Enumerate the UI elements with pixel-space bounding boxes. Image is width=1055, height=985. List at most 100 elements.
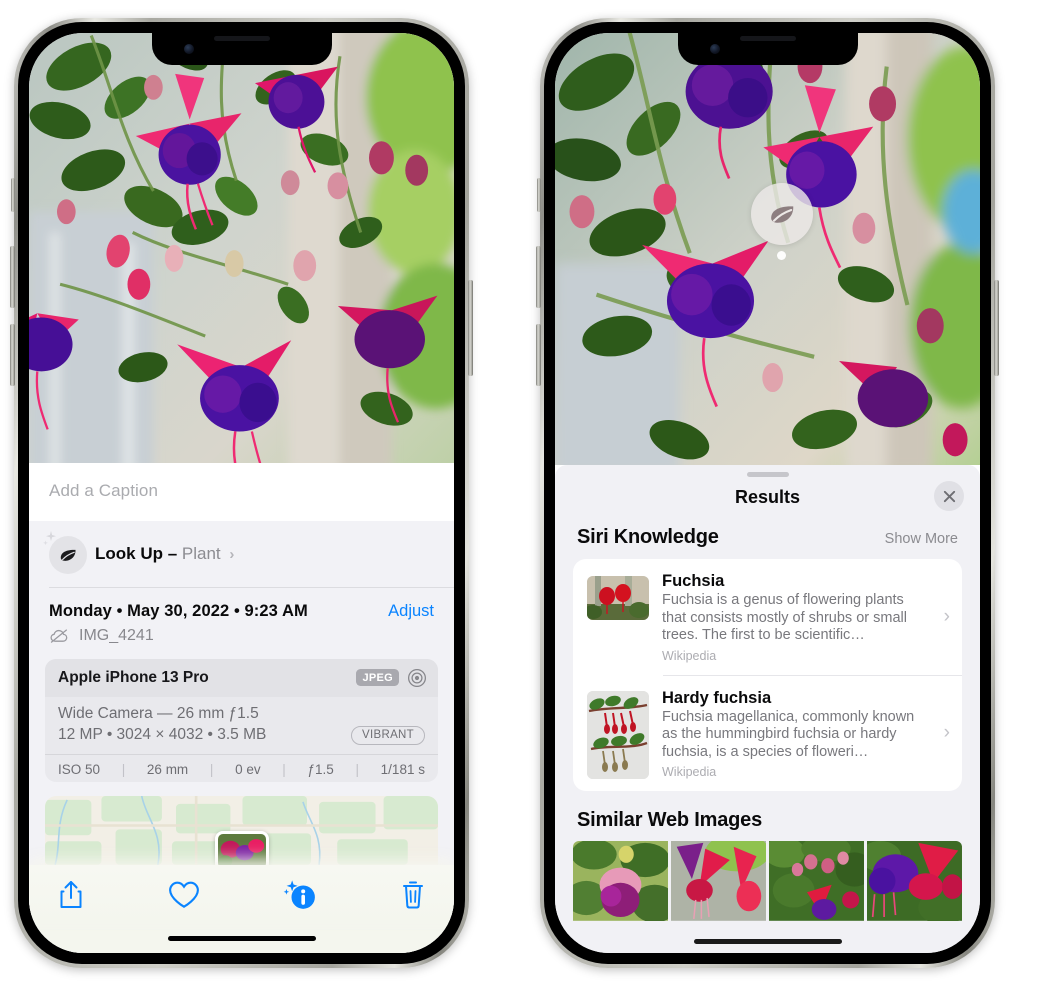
home-indicator-area bbox=[29, 923, 454, 953]
results-sheet: Results Siri Knowledge Show More Fuchsia… bbox=[555, 465, 980, 953]
exif-header-right: JPEG bbox=[356, 668, 427, 688]
power-button[interactable] bbox=[994, 280, 999, 376]
phone-bezel-right: Results Siri Knowledge Show More Fuchsia… bbox=[544, 22, 991, 964]
visual-lookup-badge[interactable] bbox=[751, 183, 813, 245]
look-up-row[interactable]: Look Up – Plant › bbox=[29, 521, 454, 587]
front-camera bbox=[183, 44, 194, 54]
earpiece-speaker bbox=[213, 36, 270, 41]
exif-stat-shutter: 1/181 s bbox=[380, 761, 425, 777]
knowledge-title: Fuchsia bbox=[662, 572, 725, 590]
knowledge-title: Hardy fuchsia bbox=[662, 688, 772, 707]
volume-up-button[interactable] bbox=[10, 246, 15, 308]
look-up-title: Look Up – bbox=[95, 544, 178, 563]
image-specs: 12 MP • 3024 × 4032 • 3.5 MB bbox=[58, 726, 267, 744]
share-button[interactable] bbox=[57, 880, 85, 915]
exif-specs-row: 12 MP • 3024 × 4032 • 3.5 MB VIBRANT bbox=[58, 725, 425, 745]
stat-sep: | bbox=[355, 761, 359, 777]
filename-row: IMG_4241 bbox=[29, 623, 454, 657]
close-button[interactable] bbox=[934, 481, 964, 511]
similar-image-4 bbox=[867, 841, 962, 925]
volume-down-button[interactable] bbox=[536, 324, 541, 386]
mute-switch[interactable] bbox=[537, 178, 541, 212]
location-map[interactable] bbox=[45, 795, 438, 865]
heart-icon bbox=[169, 881, 199, 908]
knowledge-source: Wikipedia bbox=[662, 765, 717, 779]
stat-sep: | bbox=[282, 761, 286, 777]
photo-viewer-right[interactable] bbox=[555, 33, 980, 465]
front-camera bbox=[709, 44, 720, 54]
leaf-icon bbox=[771, 206, 794, 223]
photo-date: Monday • May 30, 2022 • 9:23 AM bbox=[49, 601, 308, 620]
exif-stat-aperture: ƒ1.5 bbox=[307, 761, 334, 777]
filename: IMG_4241 bbox=[79, 626, 154, 644]
exif-stats: ISO 50 | 26 mm | 0 ev | ƒ1.5 | 1/181 s bbox=[45, 753, 438, 782]
results-title: Results bbox=[734, 487, 801, 507]
trash-icon bbox=[403, 881, 423, 909]
iphone-right: Results Siri Knowledge Show More Fuchsia… bbox=[536, 18, 999, 968]
sparkles-icon bbox=[43, 531, 56, 546]
format-badge: JPEG bbox=[356, 669, 399, 687]
favorite-button[interactable] bbox=[168, 880, 200, 915]
info-icon bbox=[283, 879, 315, 909]
fuchsia-thumb-1 bbox=[587, 576, 649, 620]
exif-body: Wide Camera — 26 mm ƒ1.5 12 MP • 3024 × … bbox=[45, 697, 438, 754]
look-up-icon-wrap bbox=[43, 531, 87, 575]
knowledge-thumbnail bbox=[587, 576, 649, 620]
photo-toolbar bbox=[29, 864, 454, 924]
chevron-right-icon: › bbox=[943, 722, 950, 744]
caption-input[interactable]: Add a Caption bbox=[29, 463, 454, 521]
exif-stat-focal: 26 mm bbox=[146, 761, 189, 777]
volume-up-button[interactable] bbox=[536, 246, 541, 308]
look-up-subject: Plant bbox=[181, 544, 221, 563]
similar-image-tile[interactable] bbox=[573, 841, 668, 925]
cloud-slash-icon bbox=[50, 629, 68, 643]
siri-knowledge-card: Fuchsia Fuchsia is a genus of flowering … bbox=[573, 559, 962, 791]
photo-viewer-left[interactable] bbox=[29, 33, 454, 463]
earpiece-speaker bbox=[739, 36, 796, 41]
similar-web-images-header: Similar Web Images bbox=[555, 791, 980, 841]
knowledge-item-hardy-fuchsia[interactable]: Hardy fuchsia Fuchsia magellanica, commo… bbox=[573, 676, 962, 792]
power-button[interactable] bbox=[468, 280, 473, 376]
photo-info-sheet: Add a Caption Look Up – Plant › Monday •… bbox=[29, 463, 454, 953]
screen-right: Results Siri Knowledge Show More Fuchsia… bbox=[555, 33, 980, 953]
photo-style-badge: VIBRANT bbox=[351, 725, 425, 745]
home-indicator[interactable] bbox=[167, 935, 316, 941]
chevron-right-icon: › bbox=[229, 546, 235, 563]
knowledge-text: Fuchsia Fuchsia is a genus of flowering … bbox=[649, 572, 948, 663]
similar-image-2 bbox=[671, 841, 766, 921]
delete-button[interactable] bbox=[400, 880, 426, 915]
iphone-left: Add a Caption Look Up – Plant › Monday •… bbox=[10, 18, 473, 968]
exif-card: Apple iPhone 13 Pro JPEG Wide Camera — 2… bbox=[45, 658, 438, 782]
similar-web-images-strip[interactable] bbox=[555, 841, 980, 925]
date-row: Monday • May 30, 2022 • 9:23 AM Adjust bbox=[29, 588, 454, 623]
results-header: Results bbox=[555, 477, 980, 522]
show-more-button[interactable]: Show More bbox=[885, 531, 958, 547]
notch-right bbox=[677, 33, 858, 65]
knowledge-source: Wikipedia bbox=[662, 648, 717, 663]
similar-image-tile[interactable] bbox=[769, 841, 864, 925]
adjust-button[interactable]: Adjust bbox=[388, 602, 434, 621]
notch-left bbox=[151, 33, 332, 65]
phone-bezel-left: Add a Caption Look Up – Plant › Monday •… bbox=[18, 22, 465, 964]
mute-switch[interactable] bbox=[11, 178, 15, 212]
lens-icon bbox=[408, 668, 426, 687]
knowledge-thumbnail bbox=[587, 690, 649, 779]
similar-image-tile[interactable] bbox=[671, 841, 766, 925]
volume-down-button[interactable] bbox=[10, 324, 15, 386]
stat-sep: | bbox=[209, 761, 214, 777]
siri-knowledge-header: Siri Knowledge Show More bbox=[555, 522, 980, 559]
knowledge-item-fuchsia[interactable]: Fuchsia Fuchsia is a genus of flowering … bbox=[573, 559, 962, 675]
knowledge-description: Fuchsia magellanica, commonly known as t… bbox=[662, 708, 915, 760]
map-photo-pin bbox=[214, 830, 269, 865]
look-up-label: Look Up – Plant › bbox=[95, 544, 234, 564]
similar-web-images-title: Similar Web Images bbox=[577, 809, 762, 831]
home-indicator[interactable] bbox=[693, 939, 842, 944]
share-icon bbox=[60, 880, 82, 908]
fuchsia-photo-zoomed bbox=[555, 33, 980, 465]
fuchsia-thumb-2 bbox=[587, 690, 649, 779]
knowledge-text: Hardy fuchsia Fuchsia magellanica, commo… bbox=[649, 689, 948, 780]
chevron-right-icon: › bbox=[943, 605, 950, 627]
info-button[interactable] bbox=[283, 879, 317, 916]
similar-image-tile[interactable] bbox=[867, 841, 962, 925]
visual-lookup-dot bbox=[777, 251, 786, 260]
